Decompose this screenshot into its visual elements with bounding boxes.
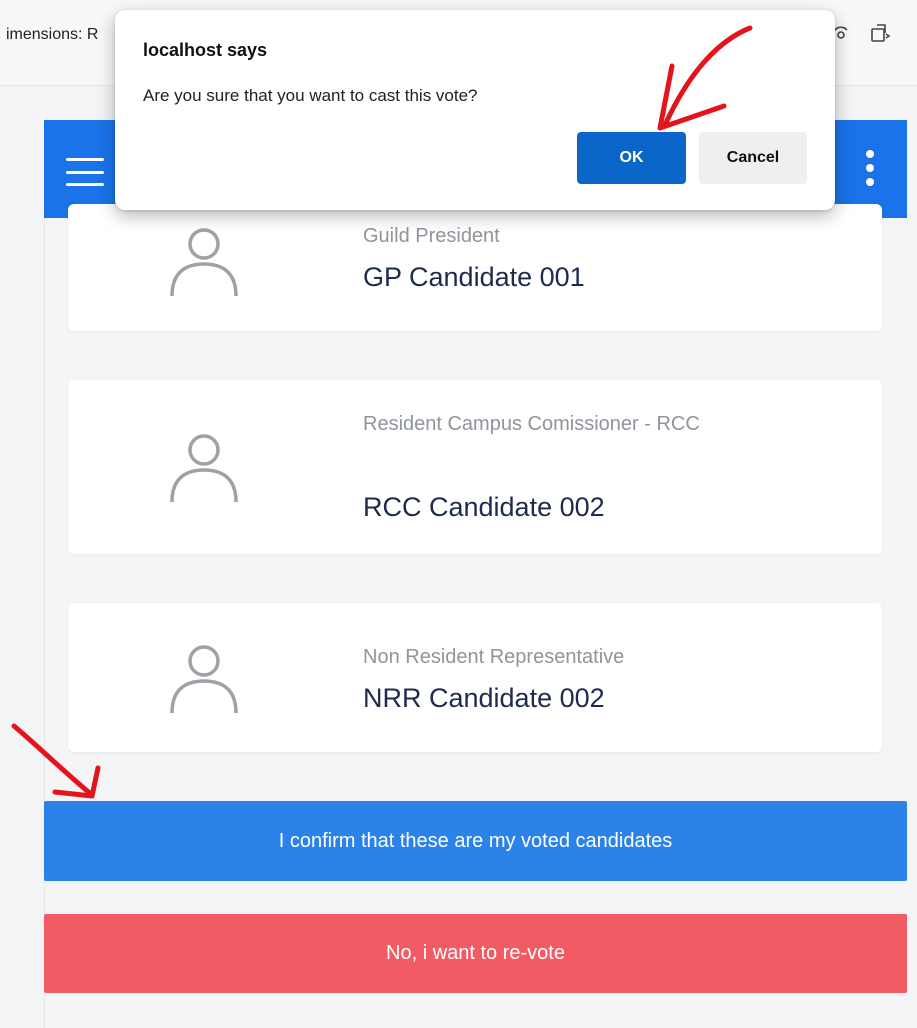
dialog-message: Are you sure that you want to cast this … [143, 86, 478, 105]
candidate-card-rcc: Resident Campus Comissioner - RCC RCC Ca… [68, 380, 882, 554]
candidate-card-nrr: Non Resident Representative NRR Candidat… [68, 603, 882, 752]
dialog-cancel-button[interactable]: Cancel [699, 132, 807, 184]
candidate-position: Resident Campus Comissioner - RCC [363, 413, 700, 435]
confirm-dialog: localhost says Are you sure that you wan… [115, 10, 835, 210]
candidate-name: RCC Candidate 002 [363, 492, 605, 522]
dialog-ok-button[interactable]: OK [577, 132, 686, 184]
browser-essentials-icon[interactable] [869, 22, 891, 44]
candidate-position: Non Resident Representative [363, 646, 625, 668]
user-avatar-icon [170, 228, 238, 297]
candidate-card-gp: Guild President GP Candidate 001 [68, 204, 882, 331]
user-avatar-icon [170, 645, 238, 714]
candidate-name: GP Candidate 001 [363, 262, 585, 292]
more-vertical-icon[interactable] [865, 150, 875, 186]
browser-toolbar-icons [829, 22, 891, 44]
dialog-title: localhost says [143, 40, 268, 60]
candidate-name: NRR Candidate 002 [363, 683, 605, 713]
revote-button[interactable]: No, i want to re-vote [44, 914, 907, 993]
candidate-position: Guild President [363, 225, 500, 247]
user-avatar-icon [170, 434, 238, 503]
hamburger-menu-icon[interactable] [66, 158, 104, 186]
devtools-dimensions-label[interactable]: imensions: R [6, 26, 98, 44]
confirm-vote-button[interactable]: I confirm that these are my voted candid… [44, 801, 907, 881]
